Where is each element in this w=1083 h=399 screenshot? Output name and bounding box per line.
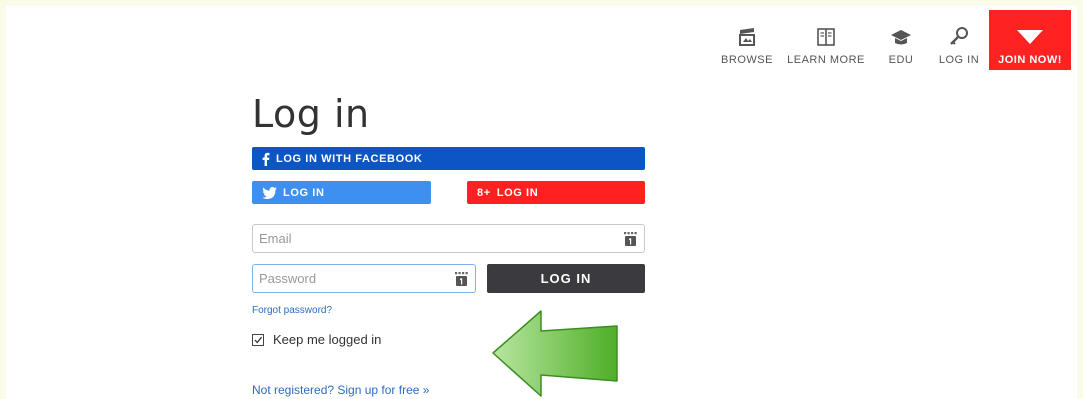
check-icon [254, 336, 263, 344]
password-manager-icon[interactable] [454, 272, 468, 286]
facebook-login-label: LOG IN WITH FACEBOOK [276, 152, 423, 165]
nav-join-now-label: JOIN NOW! [998, 54, 1062, 66]
browse-icon [739, 28, 755, 46]
google-plus-icon: 8+ [477, 186, 491, 199]
keep-logged-in-checkbox[interactable] [252, 333, 264, 346]
key-icon [950, 27, 968, 45]
signup-link[interactable]: Not registered? Sign up for free » [252, 383, 429, 397]
nav-edu[interactable]: EDU [873, 10, 929, 70]
facebook-icon [262, 152, 270, 166]
keep-logged-in[interactable]: Keep me logged in [252, 332, 381, 347]
book-icon [817, 28, 835, 46]
google-plus-login-button[interactable]: 8+ LOG IN [467, 181, 645, 204]
page: BROWSE LEARN MORE EDU LOG IN JOIN NOW! L… [6, 6, 1077, 399]
page-title: Log in [252, 92, 370, 136]
nav-log-in-label: LOG IN [938, 54, 980, 66]
email-placeholder: Email [259, 231, 292, 246]
nav-browse[interactable]: BROWSE [715, 10, 779, 70]
graduation-cap-icon [891, 30, 911, 45]
twitter-icon [262, 186, 277, 199]
triangle-down-icon [1017, 30, 1043, 44]
password-placeholder: Password [259, 271, 317, 286]
email-field[interactable]: Email [252, 224, 645, 253]
nav-learn-more[interactable]: LEARN MORE [779, 10, 873, 70]
twitter-login-button[interactable]: LOG IN [252, 181, 431, 204]
twitter-login-label: LOG IN [283, 186, 325, 199]
keep-logged-in-label: Keep me logged in [273, 332, 382, 347]
nav-learn-more-label: LEARN MORE [787, 54, 865, 66]
nav-join-now[interactable]: JOIN NOW! [989, 10, 1071, 70]
password-field[interactable]: Password [252, 264, 476, 293]
login-submit-button[interactable]: LOG IN [487, 264, 645, 293]
password-manager-icon[interactable] [623, 232, 637, 246]
top-nav: BROWSE LEARN MORE EDU LOG IN JOIN NOW! [715, 10, 1071, 70]
nav-browse-label: BROWSE [721, 54, 773, 66]
facebook-login-button[interactable]: LOG IN WITH FACEBOOK [252, 147, 645, 170]
nav-edu-label: EDU [888, 54, 914, 66]
arrow-icon [492, 310, 618, 397]
forgot-password-link[interactable]: Forgot password? [252, 305, 332, 316]
google-plus-login-label: LOG IN [496, 186, 539, 199]
nav-log-in[interactable]: LOG IN [929, 10, 989, 70]
